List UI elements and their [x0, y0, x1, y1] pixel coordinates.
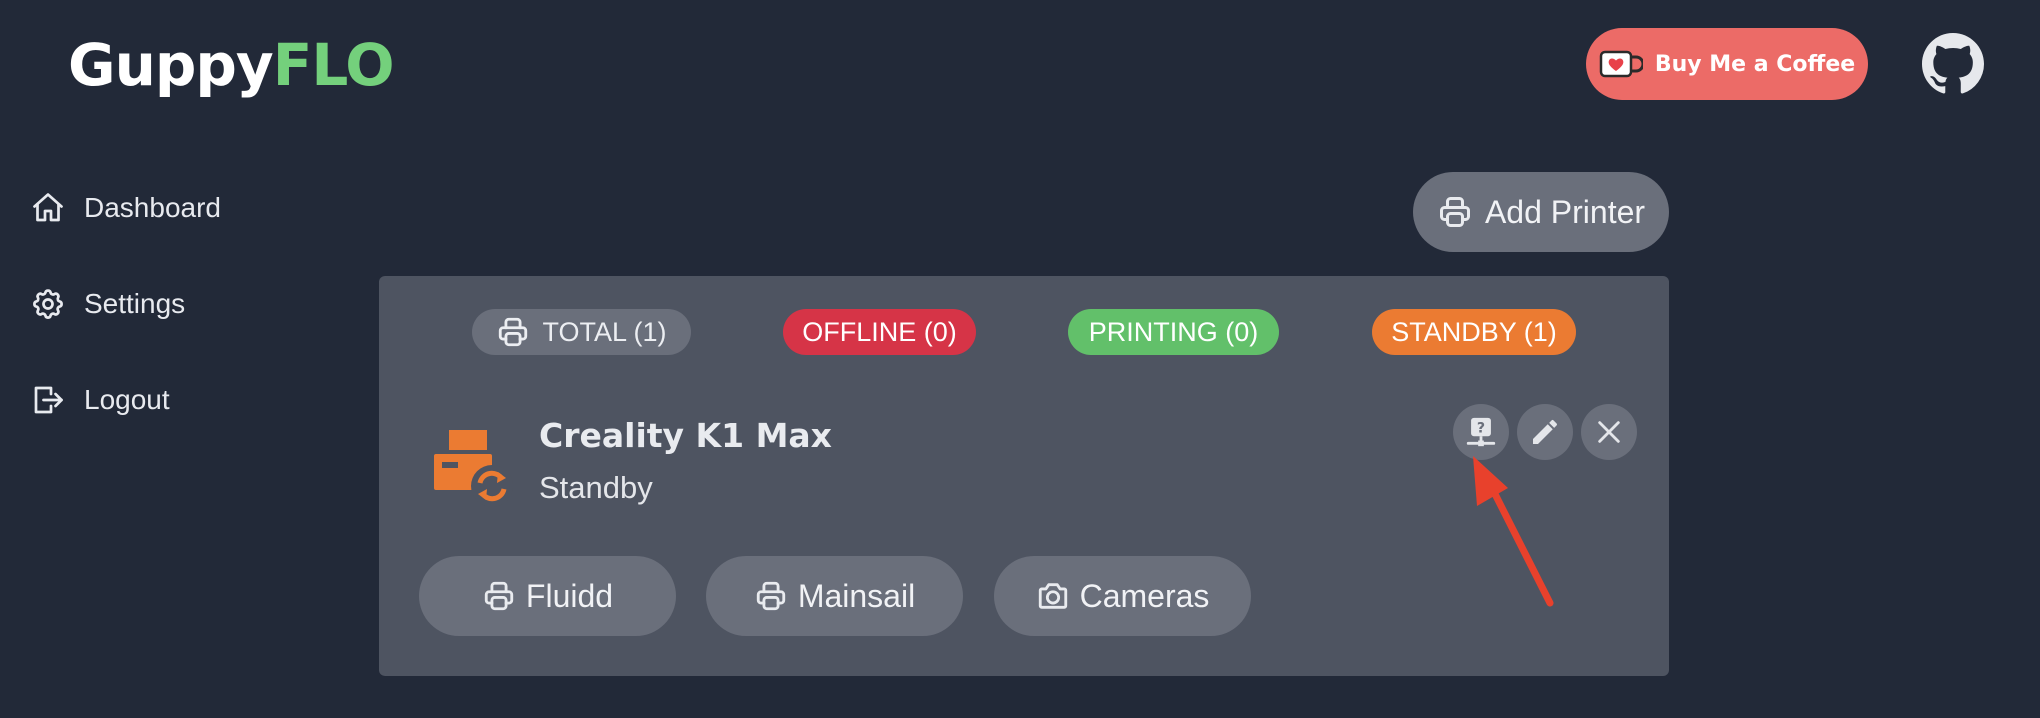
cameras-label: Cameras [1079, 577, 1210, 614]
gear-icon [33, 289, 63, 319]
filter-total-label: TOTAL (1) [542, 316, 667, 347]
filter-printing-badge[interactable]: PRINTING (0) [1068, 309, 1279, 355]
logout-icon [34, 386, 63, 414]
printer-icon [1439, 197, 1470, 227]
filter-standby-badge[interactable]: STANDBY (1) [1372, 309, 1576, 355]
filter-offline-label: OFFLINE (0) [802, 316, 957, 347]
sidebar-item-logout[interactable]: Logout [30, 370, 290, 430]
pencil-icon [1533, 419, 1558, 444]
printer-status: Standby [539, 470, 653, 505]
app-logo[interactable]: GuppyFLO [68, 30, 395, 100]
printer-info-button[interactable]: ? [1453, 404, 1509, 460]
remove-printer-button[interactable] [1581, 404, 1637, 460]
add-printer-button[interactable]: Add Printer [1413, 172, 1669, 252]
coffee-label: Buy Me a Coffee [1654, 51, 1856, 77]
filter-total-badge[interactable]: TOTAL (1) [472, 309, 691, 355]
sidebar-item-label: Settings [84, 288, 186, 319]
home-icon [33, 193, 63, 222]
mainsail-label: Mainsail [797, 577, 916, 614]
printer-sync-icon [434, 430, 513, 507]
cameras-button[interactable]: Cameras [994, 556, 1251, 636]
edit-printer-button[interactable] [1517, 404, 1573, 460]
svg-text:?: ? [1477, 421, 1485, 437]
printer-panel: TOTAL (1) OFFLINE (0) PRINTING (0) STAND… [379, 276, 1669, 676]
add-printer-label: Add Printer [1484, 193, 1646, 230]
logo-text-guppy: Guppy [68, 31, 274, 99]
printer-name: Creality K1 Max [539, 416, 832, 455]
printer-icon [499, 317, 528, 347]
fluidd-label: Fluidd [525, 577, 614, 614]
close-icon [1598, 421, 1620, 443]
buy-me-a-coffee-button[interactable]: Buy Me a Coffee [1586, 28, 1868, 100]
sidebar-item-label: Dashboard [84, 192, 221, 223]
printer-icon [484, 581, 514, 611]
fluidd-button[interactable]: Fluidd [419, 556, 676, 636]
filter-printing-label: PRINTING (0) [1088, 316, 1259, 347]
sidebar-item-settings[interactable]: Settings [30, 274, 290, 334]
camera-icon [1038, 583, 1067, 609]
printer-icon [756, 581, 785, 611]
unknown-status-icon: ? [1466, 417, 1496, 447]
sidebar-item-dashboard[interactable]: Dashboard [30, 178, 290, 238]
coffee-cup-icon [1599, 50, 1643, 78]
annotation-arrow-icon [1473, 456, 1554, 607]
mainsail-button[interactable]: Mainsail [706, 556, 963, 636]
github-icon[interactable] [1922, 33, 1984, 95]
filter-offline-badge[interactable]: OFFLINE (0) [783, 309, 976, 355]
sidebar-item-label: Logout [84, 384, 170, 415]
filter-standby-label: STANDBY (1) [1391, 316, 1557, 347]
logo-text-flo: FLO [272, 31, 395, 99]
